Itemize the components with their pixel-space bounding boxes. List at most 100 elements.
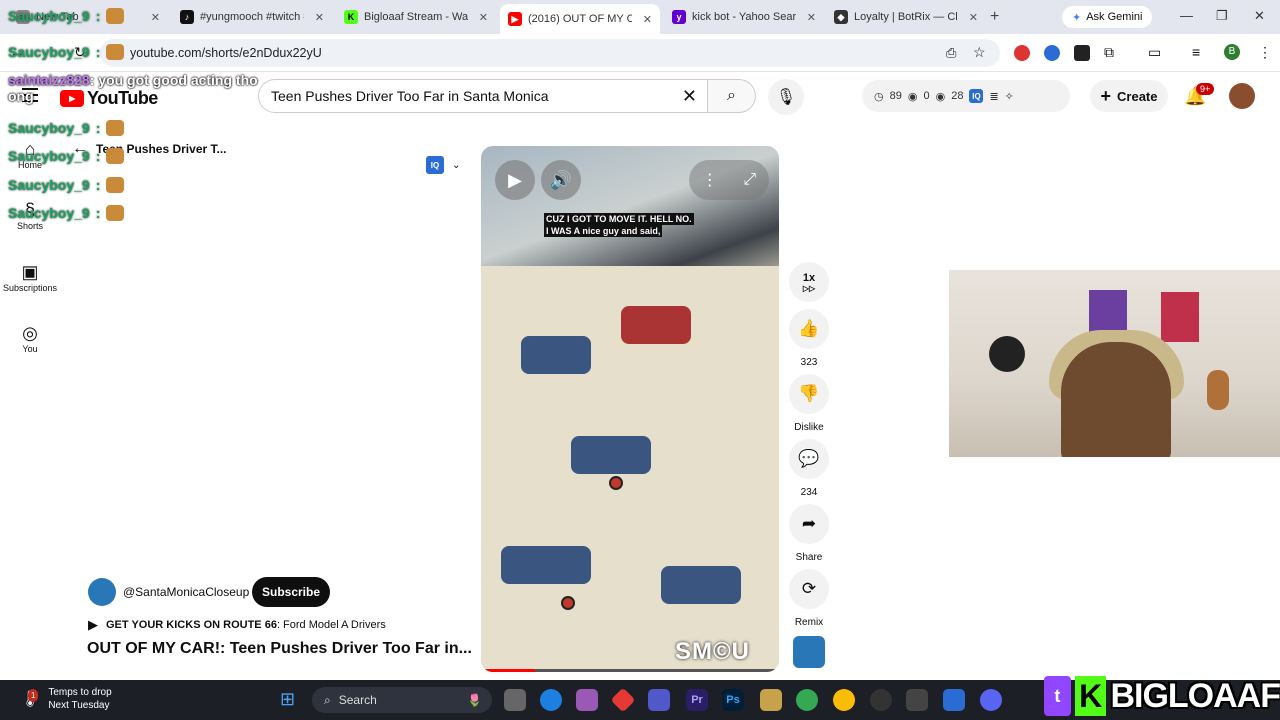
desk-fan <box>989 336 1025 372</box>
chat-line: Saucyboy_9: <box>8 205 125 221</box>
thumbs-up-icon: 👍 <box>798 319 820 338</box>
search-input[interactable]: Teen Pushes Driver Too Far in Santa Moni… <box>258 79 708 113</box>
bulb-icon[interactable]: ✧ <box>1005 90 1014 103</box>
photoshop-icon[interactable]: Ps <box>722 689 744 711</box>
ask-gemini-button[interactable]: ✦ Ask Gemini <box>1062 6 1153 28</box>
extension-dark-icon[interactable] <box>1074 45 1090 61</box>
tab-bigloaaf-stream[interactable]: K Bigloaaf Stream - Watc ✕ <box>336 4 496 30</box>
tab-tiktok[interactable]: ♪ #yungmooch #twitch # ✕ <box>172 4 332 30</box>
edge-icon[interactable] <box>540 689 562 711</box>
discord-icon[interactable] <box>980 689 1002 711</box>
dislike-button[interactable]: 👎 Dislike <box>789 374 829 433</box>
chat-username: Saucyboy_9 <box>8 177 90 193</box>
tab-label: Bigloaaf Stream - Watc <box>364 11 468 23</box>
app-icon[interactable] <box>760 689 782 711</box>
playlist-link[interactable]: ▶ GET YOUR KICKS ON ROUTE 66: Ford Model… <box>88 617 386 633</box>
playback-speed-button[interactable]: 1x ▷▷ <box>789 262 829 310</box>
url-text[interactable]: youtube.com/shorts/e2nDdux22yU <box>130 46 322 60</box>
sidebar-item-subscriptions[interactable]: ▣ Subscriptions <box>0 261 60 293</box>
restore-icon[interactable]: ❐ <box>1216 8 1228 24</box>
tab-youtube-active[interactable]: ▶ (2016) OUT OF MY CAR ✕ <box>500 4 660 34</box>
minimize-icon[interactable]: — <box>1180 8 1193 23</box>
kebab-menu-icon[interactable]: ⋮ <box>1258 44 1272 61</box>
url-bar[interactable]: youtube.com/shorts/e2nDdux22yU <box>100 39 1000 67</box>
install-app-icon[interactable]: ⎙ <box>946 45 956 61</box>
channel-handle[interactable]: @SantaMonicaCloseup <box>123 585 249 599</box>
extension-stats-pill[interactable]: ◷ 89 ◉ 0 ◉ 28 IQ ≣ ✧ <box>862 80 1070 112</box>
channel-avatar[interactable] <box>88 578 116 606</box>
app-icon[interactable] <box>943 689 965 711</box>
chat-username: saintaizz828 <box>8 72 90 88</box>
close-icon[interactable]: ✕ <box>807 11 816 24</box>
list-icon[interactable]: ≣ <box>989 90 998 103</box>
file-explorer-icon[interactable] <box>504 689 526 711</box>
close-icon[interactable]: ✕ <box>479 11 488 24</box>
emote-icon <box>106 8 125 24</box>
voice-search-button[interactable]: 🎙 <box>768 79 804 115</box>
search-button[interactable]: ⌕ <box>708 79 756 113</box>
tab-botrix[interactable]: ◆ Loyalty | BotRix — Clou ✕ <box>826 4 986 30</box>
sidepanel-icon[interactable]: ▭ <box>1148 44 1161 61</box>
teams-icon[interactable] <box>648 689 670 711</box>
create-button[interactable]: + Create <box>1090 80 1168 112</box>
new-tab-button[interactable]: + <box>990 8 999 26</box>
extension-blue-icon[interactable] <box>1044 45 1060 61</box>
weather-badge: 1 <box>28 688 39 702</box>
clear-search-icon[interactable]: ✕ <box>682 86 697 107</box>
channel-sound-avatar[interactable] <box>793 636 825 668</box>
like-button[interactable]: 👍 323 <box>789 309 829 368</box>
profile-icon[interactable]: B <box>1224 44 1240 60</box>
share-button[interactable]: ➦ Share <box>789 504 829 563</box>
fullscreen-icon[interactable]: ⤢ <box>743 171 756 189</box>
video-title[interactable]: OUT OF MY CAR!: Teen Pushes Driver Too F… <box>87 640 472 658</box>
stream-branding: t K BIGLOAAF <box>1044 672 1280 720</box>
botrix-icon: ◆ <box>834 10 848 24</box>
iq-extension-control[interactable]: IQ ⌄ <box>426 156 460 174</box>
caption-line-2: I WAS A nice guy and said, <box>544 225 663 237</box>
chrome-icon[interactable] <box>796 689 818 711</box>
play-button[interactable]: ▶ <box>495 160 535 200</box>
search-query-text[interactable]: Teen Pushes Driver Too Far in Santa Moni… <box>271 88 549 104</box>
close-icon[interactable]: ✕ <box>151 11 160 24</box>
media-controls-icon[interactable]: ≡ <box>1192 44 1200 60</box>
chrome-profile-icon[interactable] <box>833 689 855 711</box>
chat-line: Saucyboy_9: <box>8 177 125 193</box>
streamer-face <box>1061 342 1171 457</box>
iq-icon[interactable]: IQ <box>969 89 984 103</box>
microphone-icon: 🎙 <box>775 89 797 106</box>
weather-widget[interactable]: 🌡1 Temps to drop Next Tuesday <box>20 686 112 712</box>
emote-icon <box>106 120 125 136</box>
shorts-video-player[interactable]: ▶ 🔊 ⋮ ⤢ CUZ I GOT TO MOVE IT. HELL NO. I… <box>481 146 779 672</box>
tab-yahoo-search[interactable]: y kick bot - Yahoo Search ✕ <box>664 4 824 30</box>
video-progress-bar[interactable] <box>481 669 779 672</box>
video-more-controls[interactable]: ⋮ ⤢ <box>689 160 769 200</box>
remix-button[interactable]: ⟳ Remix <box>789 569 829 628</box>
sidebar-item-you[interactable]: ◎ You <box>0 322 60 354</box>
premiere-icon[interactable]: Pr <box>686 689 708 711</box>
windows-start-icon[interactable]: ⊞ <box>280 689 295 710</box>
tab-label: #yungmooch #twitch # <box>200 11 304 23</box>
window-close-icon[interactable]: ✕ <box>1254 8 1265 24</box>
extension-red-icon[interactable] <box>1014 45 1030 61</box>
bookmark-star-icon[interactable]: ☆ <box>973 44 986 61</box>
more-vertical-icon[interactable]: ⋮ <box>702 170 718 190</box>
subscribe-button[interactable]: Subscribe <box>252 577 330 607</box>
video-frame-shirt <box>481 266 779 672</box>
extensions-puzzle-icon[interactable]: ⧉ <box>1104 44 1114 61</box>
browser-tab-strip: New Tab ✕ ♪ #yungmooch #twitch # ✕ K Big… <box>0 0 1280 34</box>
address-bar-row: ← ↻ youtube.com/shorts/e2nDdux22yU ⎙ ☆ ⧉… <box>0 34 1280 72</box>
close-icon[interactable]: ✕ <box>643 13 652 26</box>
taskbar-search[interactable]: ⌕ Search 🌷 <box>312 687 492 713</box>
account-avatar[interactable] <box>1229 83 1255 109</box>
obs-icon[interactable] <box>870 689 892 711</box>
capcut-icon[interactable] <box>906 689 928 711</box>
chat-line: Saucyboy_9: <box>8 8 125 24</box>
close-icon[interactable]: ✕ <box>315 11 324 24</box>
close-icon[interactable]: ✕ <box>969 11 978 24</box>
copilot-icon[interactable] <box>576 689 598 711</box>
play-icon: ▶ <box>508 169 522 190</box>
stat-c: 28 <box>951 90 964 102</box>
volume-button[interactable]: 🔊 <box>541 160 581 200</box>
eye-icon: ◉ <box>935 90 946 103</box>
comments-button[interactable]: 💬 234 <box>789 439 829 498</box>
